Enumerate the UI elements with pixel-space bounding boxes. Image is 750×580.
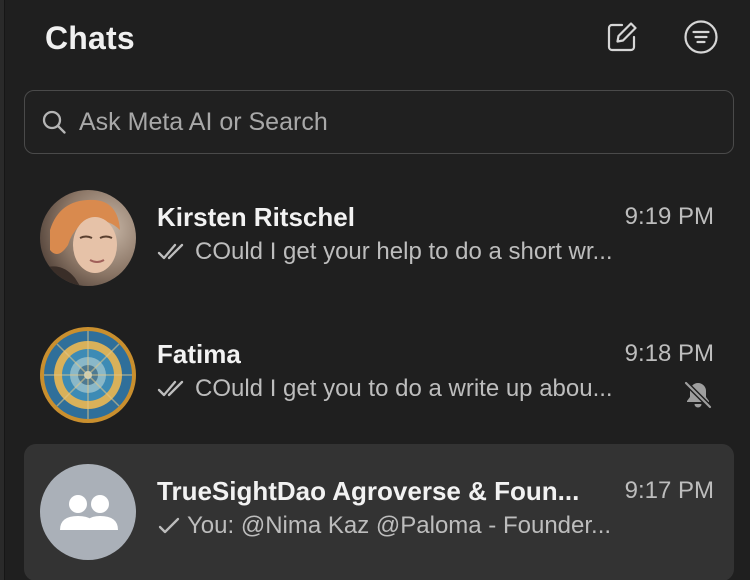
- chat-list: Kirsten Ritschel 9:19 PM COuld I get you…: [24, 170, 734, 580]
- double-check-icon: [157, 242, 189, 262]
- single-check-icon: [157, 516, 181, 536]
- chat-name: Fatima: [157, 339, 241, 369]
- muted-bell-icon: [682, 379, 714, 411]
- chat-preview: You: @Nima Kaz @Paloma - Founder...: [157, 512, 657, 540]
- chat-name: TrueSightDao Agroverse & Foun...: [157, 476, 580, 506]
- new-chat-button[interactable]: [603, 20, 641, 58]
- double-check-icon: [157, 379, 189, 399]
- chat-preview: COuld I get your help to do a short wr..…: [157, 238, 657, 266]
- filter-button[interactable]: [682, 19, 720, 60]
- chat-preview-text: You: @Nima Kaz @Paloma - Founder...: [187, 512, 612, 539]
- chat-preview-text: COuld I get you to do a write up abou...: [195, 375, 613, 402]
- search-bar[interactable]: [24, 90, 734, 154]
- chat-preview-text: COuld I get your help to do a short wr..…: [195, 238, 613, 265]
- search-input[interactable]: [79, 107, 679, 137]
- search-icon: [41, 109, 67, 135]
- chat-row-truesightdao[interactable]: TrueSightDao Agroverse & Foun... 9:17 PM…: [24, 444, 734, 580]
- avatar: [40, 190, 136, 286]
- avatar: [40, 464, 136, 560]
- chat-time: 9:19 PM: [624, 203, 714, 230]
- chat-preview: COuld I get you to do a write up abou...: [157, 375, 657, 403]
- filter-icon: [683, 19, 719, 60]
- chat-name: Kirsten Ritschel: [157, 202, 355, 232]
- chat-row-fatima[interactable]: Fatima 9:18 PM COuld I get you to do a w…: [24, 307, 734, 444]
- window-edge: [0, 0, 5, 580]
- compose-icon: [605, 20, 639, 59]
- chat-row-kirsten-ritschel[interactable]: Kirsten Ritschel 9:19 PM COuld I get you…: [24, 170, 734, 307]
- chat-time: 9:17 PM: [624, 477, 714, 504]
- avatar: [40, 327, 136, 423]
- page-title: Chats: [45, 20, 135, 56]
- chat-time: 9:18 PM: [624, 340, 714, 367]
